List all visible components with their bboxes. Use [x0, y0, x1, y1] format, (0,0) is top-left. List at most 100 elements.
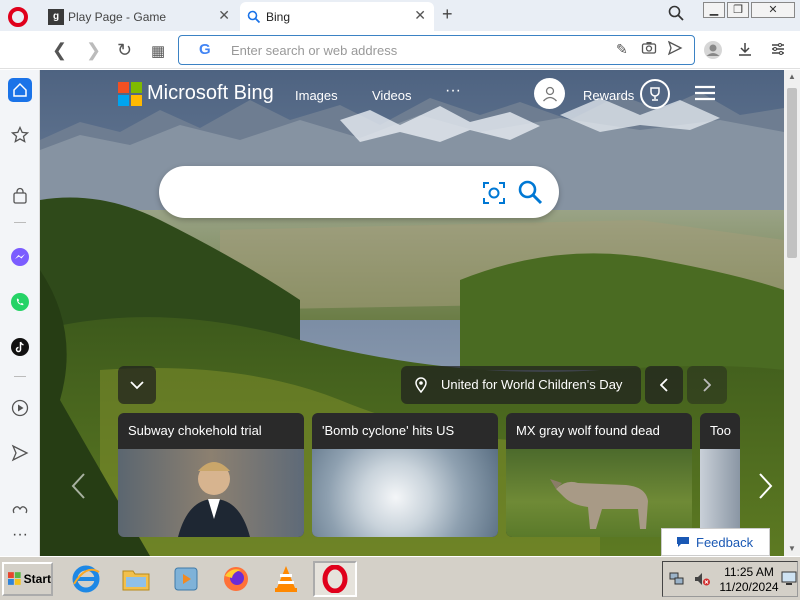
- close-tab-icon[interactable]: ✕: [218, 7, 230, 24]
- start-button[interactable]: Start: [2, 562, 53, 596]
- bookmarks-icon[interactable]: [8, 123, 32, 147]
- collapse-feed-button[interactable]: [118, 366, 156, 404]
- more-icon[interactable]: ···: [8, 523, 32, 547]
- file-explorer-icon[interactable]: [118, 561, 154, 597]
- heart-icon[interactable]: [8, 498, 32, 522]
- opera-menu-icon[interactable]: [8, 7, 28, 27]
- rewards-label[interactable]: Rewards: [583, 88, 634, 103]
- network-icon[interactable]: [669, 571, 685, 592]
- news-title: Subway chokehold trial: [128, 423, 262, 438]
- news-image: [118, 449, 304, 537]
- next-image-button[interactable]: [687, 366, 727, 404]
- edit-icon[interactable]: ✎: [616, 41, 628, 58]
- opera-taskbar-icon[interactable]: [313, 561, 357, 597]
- news-title: MX gray wolf found dead: [516, 423, 660, 438]
- chevron-right-icon: [703, 378, 711, 392]
- tab-bar: g Play Page - Game ✕ Bing ✕ + ▁ ❐ ✕: [0, 0, 800, 31]
- close-tab-icon[interactable]: ✕: [414, 7, 426, 24]
- user-avatar-icon[interactable]: [534, 78, 565, 109]
- news-image: [506, 449, 692, 537]
- feedback-label: Feedback: [696, 534, 754, 550]
- camera-icon[interactable]: [641, 40, 657, 61]
- new-tab-icon[interactable]: +: [442, 4, 453, 25]
- media-player-icon[interactable]: [168, 561, 204, 597]
- news-card[interactable]: MX gray wolf found dead: [506, 413, 692, 537]
- scroll-down-icon[interactable]: ▼: [788, 544, 796, 553]
- news-card[interactable]: Too: [700, 413, 740, 537]
- whatsapp-icon[interactable]: [8, 290, 32, 314]
- caption-text: United for World Children's Day: [441, 377, 623, 392]
- page-scrollbar[interactable]: ▲ ▼: [784, 70, 800, 556]
- gamepage-icon: g: [48, 8, 64, 25]
- start-label: Start: [23, 572, 51, 586]
- clock-date[interactable]: 11/20/2024: [718, 580, 780, 594]
- internet-explorer-icon[interactable]: [68, 561, 104, 597]
- speed-dial-icon[interactable]: ▦: [151, 42, 165, 60]
- chevron-left-icon: [660, 378, 668, 392]
- scrollbar-thumb[interactable]: [787, 88, 797, 258]
- chevron-down-icon: [130, 380, 144, 389]
- sidebar: ···: [0, 70, 40, 556]
- news-title: Too: [710, 423, 731, 438]
- prev-image-button[interactable]: [645, 366, 683, 404]
- tiktok-icon[interactable]: [8, 335, 32, 359]
- bing-icon: [246, 9, 262, 25]
- news-card[interactable]: 'Bomb cyclone' hits US: [312, 413, 498, 537]
- hamburger-menu-icon[interactable]: [694, 84, 716, 102]
- volume-muted-icon[interactable]: [693, 571, 711, 592]
- tab-title: Play Page - Game: [68, 9, 167, 24]
- visual-search-icon[interactable]: [481, 180, 507, 211]
- clock-time[interactable]: 11:25 AM: [718, 565, 780, 579]
- reload-icon[interactable]: ↻: [117, 40, 132, 61]
- profile-icon[interactable]: [703, 40, 723, 65]
- back-icon[interactable]: ❮: [52, 40, 67, 61]
- image-caption[interactable]: United for World Children's Day: [401, 366, 641, 404]
- nav-images[interactable]: Images: [295, 88, 338, 103]
- shopping-bag-icon[interactable]: [8, 184, 32, 208]
- send-flow-icon[interactable]: [8, 441, 32, 465]
- send-icon[interactable]: [667, 40, 683, 61]
- microsoft-logo-icon: [118, 82, 142, 111]
- nav-videos[interactable]: Videos: [372, 88, 412, 103]
- tab-bing[interactable]: Bing ✕: [240, 2, 434, 31]
- home-icon[interactable]: [8, 78, 32, 102]
- display-icon[interactable]: [781, 570, 797, 591]
- download-icon[interactable]: [737, 41, 753, 62]
- address-input[interactable]: [231, 41, 611, 59]
- minimize-icon[interactable]: ▁: [703, 2, 725, 18]
- vlc-icon[interactable]: [268, 561, 304, 597]
- tab-search-icon[interactable]: [668, 5, 684, 26]
- easy-setup-icon[interactable]: [770, 41, 786, 62]
- tab-title: Bing: [266, 9, 291, 24]
- feedback-icon: [677, 537, 689, 547]
- location-pin-icon: [415, 377, 427, 393]
- messenger-icon[interactable]: [8, 245, 32, 269]
- maximize-icon[interactable]: ❐: [727, 2, 749, 18]
- carousel-prev-icon[interactable]: [70, 472, 86, 505]
- bing-search-box[interactable]: [159, 166, 559, 218]
- news-image: [312, 449, 498, 537]
- forward-icon[interactable]: ❯: [86, 40, 101, 61]
- bing-brand[interactable]: Microsoft Bing: [147, 82, 274, 105]
- news-image: [700, 449, 740, 537]
- windows-logo-icon: [8, 572, 21, 585]
- rewards-trophy-icon[interactable]: [640, 79, 670, 109]
- search-icon[interactable]: [517, 179, 543, 210]
- carousel-next-icon[interactable]: [758, 472, 774, 505]
- close-window-icon[interactable]: ✕: [751, 2, 795, 18]
- news-card[interactable]: Subway chokehold trial: [118, 413, 304, 537]
- nav-more[interactable]: ···: [445, 82, 461, 100]
- news-title: 'Bomb cyclone' hits US: [322, 423, 455, 438]
- bing-homepage: Microsoft Bing Images Videos ··· Rewards…: [40, 70, 784, 556]
- scroll-up-icon[interactable]: ▲: [788, 72, 796, 81]
- tab-play-page[interactable]: g Play Page - Game ✕: [42, 2, 238, 31]
- google-icon: G: [199, 41, 211, 58]
- address-bar: ❮ ❯ ↻ ▦ G ✎: [0, 31, 800, 69]
- player-icon[interactable]: [8, 396, 32, 420]
- bing-search-input[interactable]: [181, 181, 471, 203]
- url-bar[interactable]: G ✎: [178, 35, 695, 65]
- system-tray: 11:25 AM 11/20/2024: [662, 561, 798, 597]
- feedback-button[interactable]: Feedback: [661, 528, 770, 556]
- firefox-icon[interactable]: [218, 561, 254, 597]
- taskbar: Start 11:25 AM 11/20/2024: [0, 556, 800, 600]
